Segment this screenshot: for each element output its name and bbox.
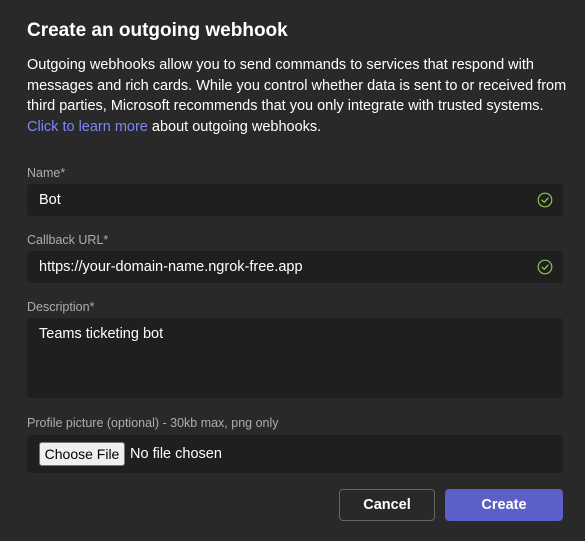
description-suffix: about outgoing webhooks. xyxy=(147,118,322,135)
description-input-value[interactable]: Teams ticketing bot xyxy=(39,326,163,342)
create-button[interactable]: Create xyxy=(445,489,563,521)
description-text: Outgoing webhooks allow you to send comm… xyxy=(27,57,567,114)
description-label: Description* xyxy=(27,300,95,314)
dialog-title: Create an outgoing webhook xyxy=(27,20,288,41)
callback-url-field[interactable]: https://your-domain-name.ngrok-free.app xyxy=(27,251,563,283)
learn-more-link[interactable]: Click to learn more xyxy=(27,119,148,135)
profile-picture-label: Profile picture (optional) - 30kb max, p… xyxy=(27,416,279,430)
profile-picture-file-input[interactable]: Choose File No file chosen xyxy=(27,435,563,473)
callback-url-input[interactable]: https://your-domain-name.ngrok-free.app xyxy=(39,251,523,283)
check-circle-icon xyxy=(537,259,553,275)
name-field[interactable]: Bot xyxy=(27,184,563,216)
name-label: Name* xyxy=(27,166,66,180)
create-outgoing-webhook-dialog: Create an outgoing webhook Outgoing webh… xyxy=(0,0,585,541)
name-input[interactable]: Bot xyxy=(39,184,523,216)
callback-url-label: Callback URL* xyxy=(27,233,109,247)
dialog-description: Outgoing webhooks allow you to send comm… xyxy=(27,55,567,137)
cancel-button[interactable]: Cancel xyxy=(339,489,435,521)
choose-file-button[interactable]: Choose File xyxy=(39,442,125,466)
file-status-text: No file chosen xyxy=(130,446,222,462)
check-circle-icon xyxy=(537,192,553,208)
description-textarea[interactable]: Teams ticketing bot xyxy=(27,318,563,398)
